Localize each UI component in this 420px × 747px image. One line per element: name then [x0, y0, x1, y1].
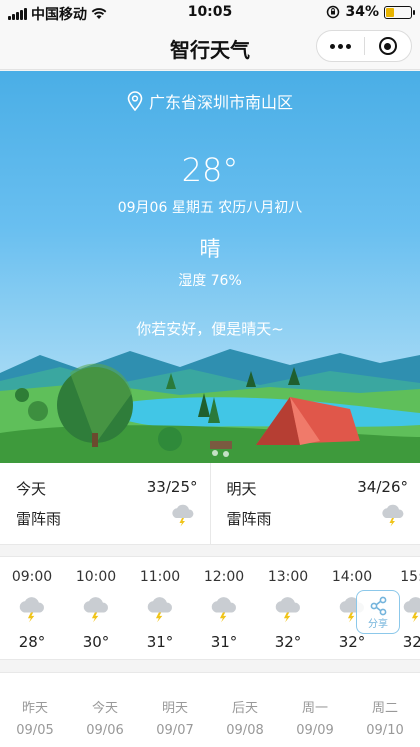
- week-day-date: 09/05: [16, 723, 54, 738]
- close-button[interactable]: [365, 31, 412, 61]
- week-day-item[interactable]: 昨天 09/05: [0, 673, 70, 747]
- hour-time: 10:00: [75, 569, 117, 585]
- battery-level: [386, 7, 395, 17]
- share-icon: [370, 596, 387, 616]
- week-day-item[interactable]: 今天 09/06: [70, 673, 140, 747]
- day-condition: 雷阵雨: [226, 510, 272, 528]
- thunderstorm-icon: [380, 503, 406, 531]
- hour-item: 12:00 31°: [192, 557, 256, 659]
- thunderstorm-icon: [81, 595, 111, 627]
- day-label: 今天: [16, 480, 47, 498]
- week-day-date: 09/07: [156, 723, 194, 738]
- hour-time: 14:00: [331, 569, 373, 585]
- share-label: 分享: [368, 619, 388, 630]
- hour-temp: 32°: [402, 633, 420, 651]
- week-day-name: 今天: [91, 701, 118, 716]
- location-label: 广东省深圳市南山区: [148, 93, 293, 112]
- temp-range: 34/26°: [357, 478, 408, 496]
- thunderstorm-icon: [17, 595, 47, 627]
- tomorrow-card[interactable]: 明天 34/26° 雷阵雨: [209, 463, 420, 544]
- current-condition: 晴: [199, 237, 221, 261]
- location-pin-icon: [127, 91, 143, 111]
- miniprogram-capsule: [316, 30, 412, 62]
- more-button[interactable]: [317, 31, 364, 61]
- hour-item: 10:00 30°: [64, 557, 128, 659]
- hour-temp: 28°: [18, 633, 46, 651]
- week-day-item[interactable]: 周二 09/10: [350, 673, 420, 747]
- week-day-name: 后天: [231, 701, 258, 716]
- hour-item: 11:00 31°: [128, 557, 192, 659]
- temp-range: 33/25°: [146, 478, 198, 496]
- two-day-summary: 今天 33/25° 雷阵雨 明天 34/26° 雷阵雨: [0, 463, 420, 545]
- week-day-item[interactable]: 明天 09/07: [140, 673, 210, 747]
- hour-time: 09:00: [11, 569, 53, 585]
- hour-time: 11:00: [139, 569, 181, 585]
- hour-item: 13:00 32°: [256, 557, 320, 659]
- hour-temp: 32°: [338, 633, 366, 651]
- week-day-item[interactable]: 后天 09/08: [210, 673, 280, 747]
- hour-item: 09:00 28°: [0, 557, 64, 659]
- hour-temp: 32°: [274, 633, 302, 651]
- week-day-name: 明天: [161, 701, 188, 716]
- week-day-date: 09/10: [366, 723, 404, 738]
- rotation-lock-icon: [327, 5, 340, 19]
- hour-time: 12:00: [203, 569, 245, 585]
- today-card[interactable]: 今天 33/25° 雷阵雨: [0, 463, 210, 544]
- thunderstorm-icon: [273, 595, 303, 627]
- hour-temp: 30°: [82, 633, 110, 651]
- thunderstorm-icon: [209, 595, 239, 627]
- weekly-forecast[interactable]: 昨天 09/05 今天 09/06 明天 09/07 后天 09/08 周一 0…: [0, 672, 420, 747]
- week-day-date: 09/09: [296, 723, 334, 738]
- hour-time: 13:00: [267, 569, 309, 585]
- current-date: 09月06 星期五 农历八月初八: [117, 200, 303, 216]
- location-row[interactable]: 广东省深圳市南山区: [0, 89, 420, 113]
- hour-temp: 31°: [210, 633, 238, 651]
- status-bar: 中国移动 10:05 34%: [0, 0, 420, 24]
- current-temperature: 28°: [181, 151, 239, 189]
- hour-temp: 31°: [146, 633, 174, 651]
- day-condition: 雷阵雨: [16, 510, 62, 528]
- week-day-name: 周一: [301, 701, 328, 716]
- week-day-item[interactable]: 周一 09/09: [280, 673, 350, 747]
- battery-percent: 34%: [345, 4, 379, 20]
- hour-time: 15:0: [400, 569, 420, 585]
- battery-icon: [384, 5, 415, 19]
- day-label: 明天: [226, 480, 257, 498]
- thunderstorm-icon: [145, 595, 175, 627]
- nav-bar: 智行天气: [0, 24, 420, 70]
- status-right: 34%: [326, 4, 415, 20]
- current-humidity: 湿度 76%: [178, 273, 242, 289]
- share-button[interactable]: 分享: [356, 590, 400, 634]
- week-day-name: 昨天: [21, 701, 48, 716]
- week-day-date: 09/08: [226, 723, 264, 738]
- more-dots-icon: [329, 43, 351, 49]
- current-weather-panel: 广东省深圳市南山区 28° 09月06 星期五 农历八月初八 晴 湿度 76% …: [0, 71, 420, 463]
- landscape-illustration: [0, 349, 420, 463]
- week-day-date: 09/06: [86, 723, 124, 738]
- thunderstorm-icon: [170, 503, 196, 531]
- close-target-icon: [378, 37, 397, 55]
- week-day-name: 周二: [371, 701, 398, 716]
- thunderstorm-icon: [401, 595, 420, 627]
